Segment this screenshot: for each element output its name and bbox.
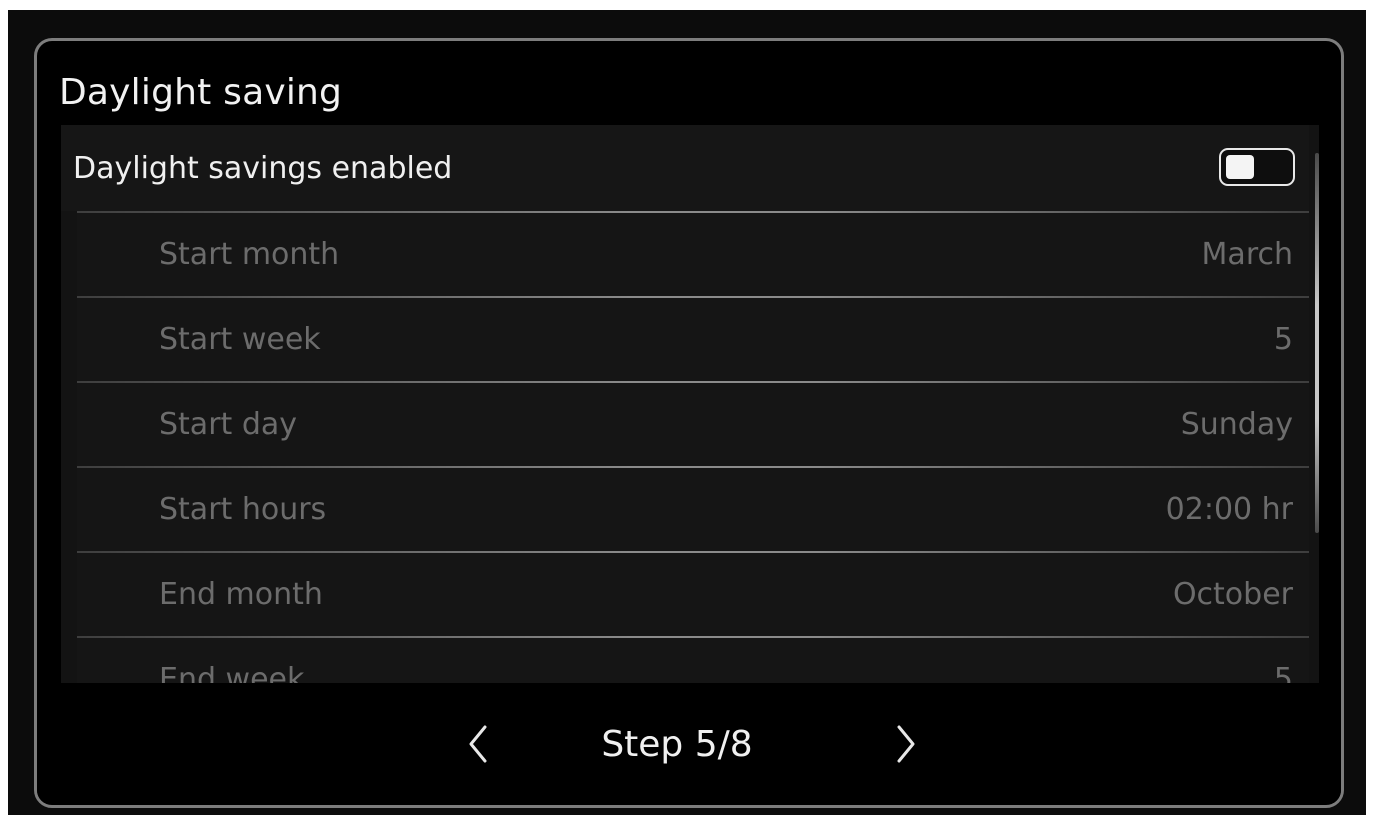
chevron-right-icon (897, 725, 915, 763)
setting-value: Sunday (1180, 407, 1293, 442)
setting-value: 5 (1273, 322, 1293, 357)
dialog-title: Daylight saving (59, 72, 343, 113)
toggle-label: Daylight savings enabled (73, 151, 453, 186)
setting-row-start-day: Start day Sunday (77, 383, 1309, 466)
setting-row-end-month: End month October (77, 553, 1309, 636)
setting-label: Start week (159, 322, 321, 357)
daylight-savings-switch[interactable] (1219, 148, 1295, 186)
step-navigation: Step 5/8 (37, 683, 1341, 803)
setting-row-start-week: Start week 5 (77, 298, 1309, 381)
screen: Daylight saving Daylight savings enabled… (8, 10, 1366, 815)
next-step-button[interactable] (885, 719, 925, 769)
scrollbar[interactable] (1315, 125, 1319, 683)
dialog-frame: Daylight saving Daylight savings enabled… (34, 38, 1344, 808)
setting-row-start-hours: Start hours 02:00 hr (77, 468, 1309, 551)
step-indicator: Step 5/8 (601, 724, 753, 765)
previous-step-button[interactable] (459, 719, 499, 769)
setting-label: Start day (159, 407, 298, 442)
scrollbar-thumb[interactable] (1315, 153, 1319, 533)
setting-row-start-month: Start month March (77, 213, 1309, 296)
setting-label: End week (159, 662, 305, 683)
chevron-left-icon (469, 725, 487, 763)
setting-value: October (1172, 577, 1293, 612)
setting-label: End month (159, 577, 323, 612)
setting-value: 5 (1273, 662, 1293, 683)
settings-panel: Daylight savings enabled Start month Mar… (61, 125, 1319, 683)
setting-value: March (1201, 237, 1293, 272)
setting-label: Start month (159, 237, 340, 272)
setting-label: Start hours (159, 492, 327, 527)
setting-value: 02:00 hr (1165, 492, 1293, 527)
daylight-savings-toggle-row[interactable]: Daylight savings enabled (61, 125, 1309, 211)
switch-knob (1226, 155, 1254, 179)
setting-row-end-week: End week 5 (77, 638, 1309, 683)
